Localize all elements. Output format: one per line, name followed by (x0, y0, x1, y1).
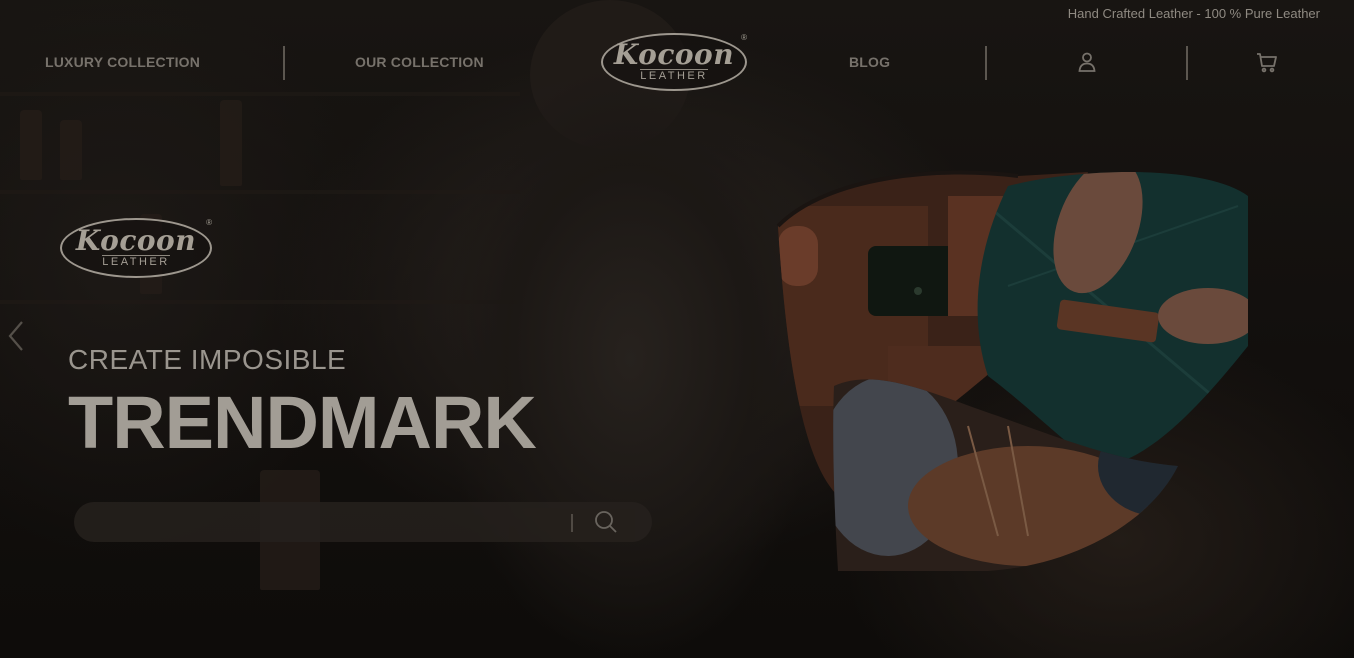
bottle (60, 120, 82, 180)
chevron-left-icon[interactable] (6, 320, 26, 352)
nav-our-collection[interactable]: OUR COLLECTION (355, 54, 484, 70)
search-input[interactable] (94, 502, 564, 542)
hero-kicker: CREATE IMPOSIBLE (68, 344, 347, 375)
leather-collage-image (768, 166, 1252, 574)
artisan-figure (440, 60, 820, 658)
nav-divider (283, 46, 285, 80)
hero-logo-sub: LEATHER (102, 255, 170, 268)
main-nav: LUXURY COLLECTION OUR COLLECTION Kocoon … (0, 30, 1354, 92)
logo-sub: LEATHER (640, 69, 708, 82)
hero-logo: Kocoon LEATHER ® (60, 218, 212, 278)
bottle (220, 100, 242, 186)
hero-logo-registered: ® (206, 218, 212, 227)
search-bar (74, 502, 652, 542)
nav-divider (1186, 46, 1188, 80)
logo-registered: ® (741, 33, 747, 42)
hero-logo-brand: Kocoon (75, 224, 197, 257)
search-separator (571, 514, 573, 532)
bottle (20, 110, 42, 180)
shelf (0, 92, 520, 96)
cart-icon[interactable] (1255, 50, 1279, 74)
nav-blog[interactable]: BLOG (849, 54, 890, 70)
user-icon[interactable] (1075, 50, 1099, 74)
hero-title: TRENDMARK (68, 381, 537, 464)
search-icon[interactable] (590, 508, 622, 536)
tagline: Hand Crafted Leather - 100 % Pure Leathe… (1067, 6, 1320, 21)
nav-luxury-collection[interactable]: LUXURY COLLECTION (45, 54, 200, 70)
logo-brand: Kocoon (613, 38, 735, 71)
header-logo[interactable]: Kocoon LEATHER ® (601, 33, 747, 91)
nav-divider (985, 46, 987, 80)
